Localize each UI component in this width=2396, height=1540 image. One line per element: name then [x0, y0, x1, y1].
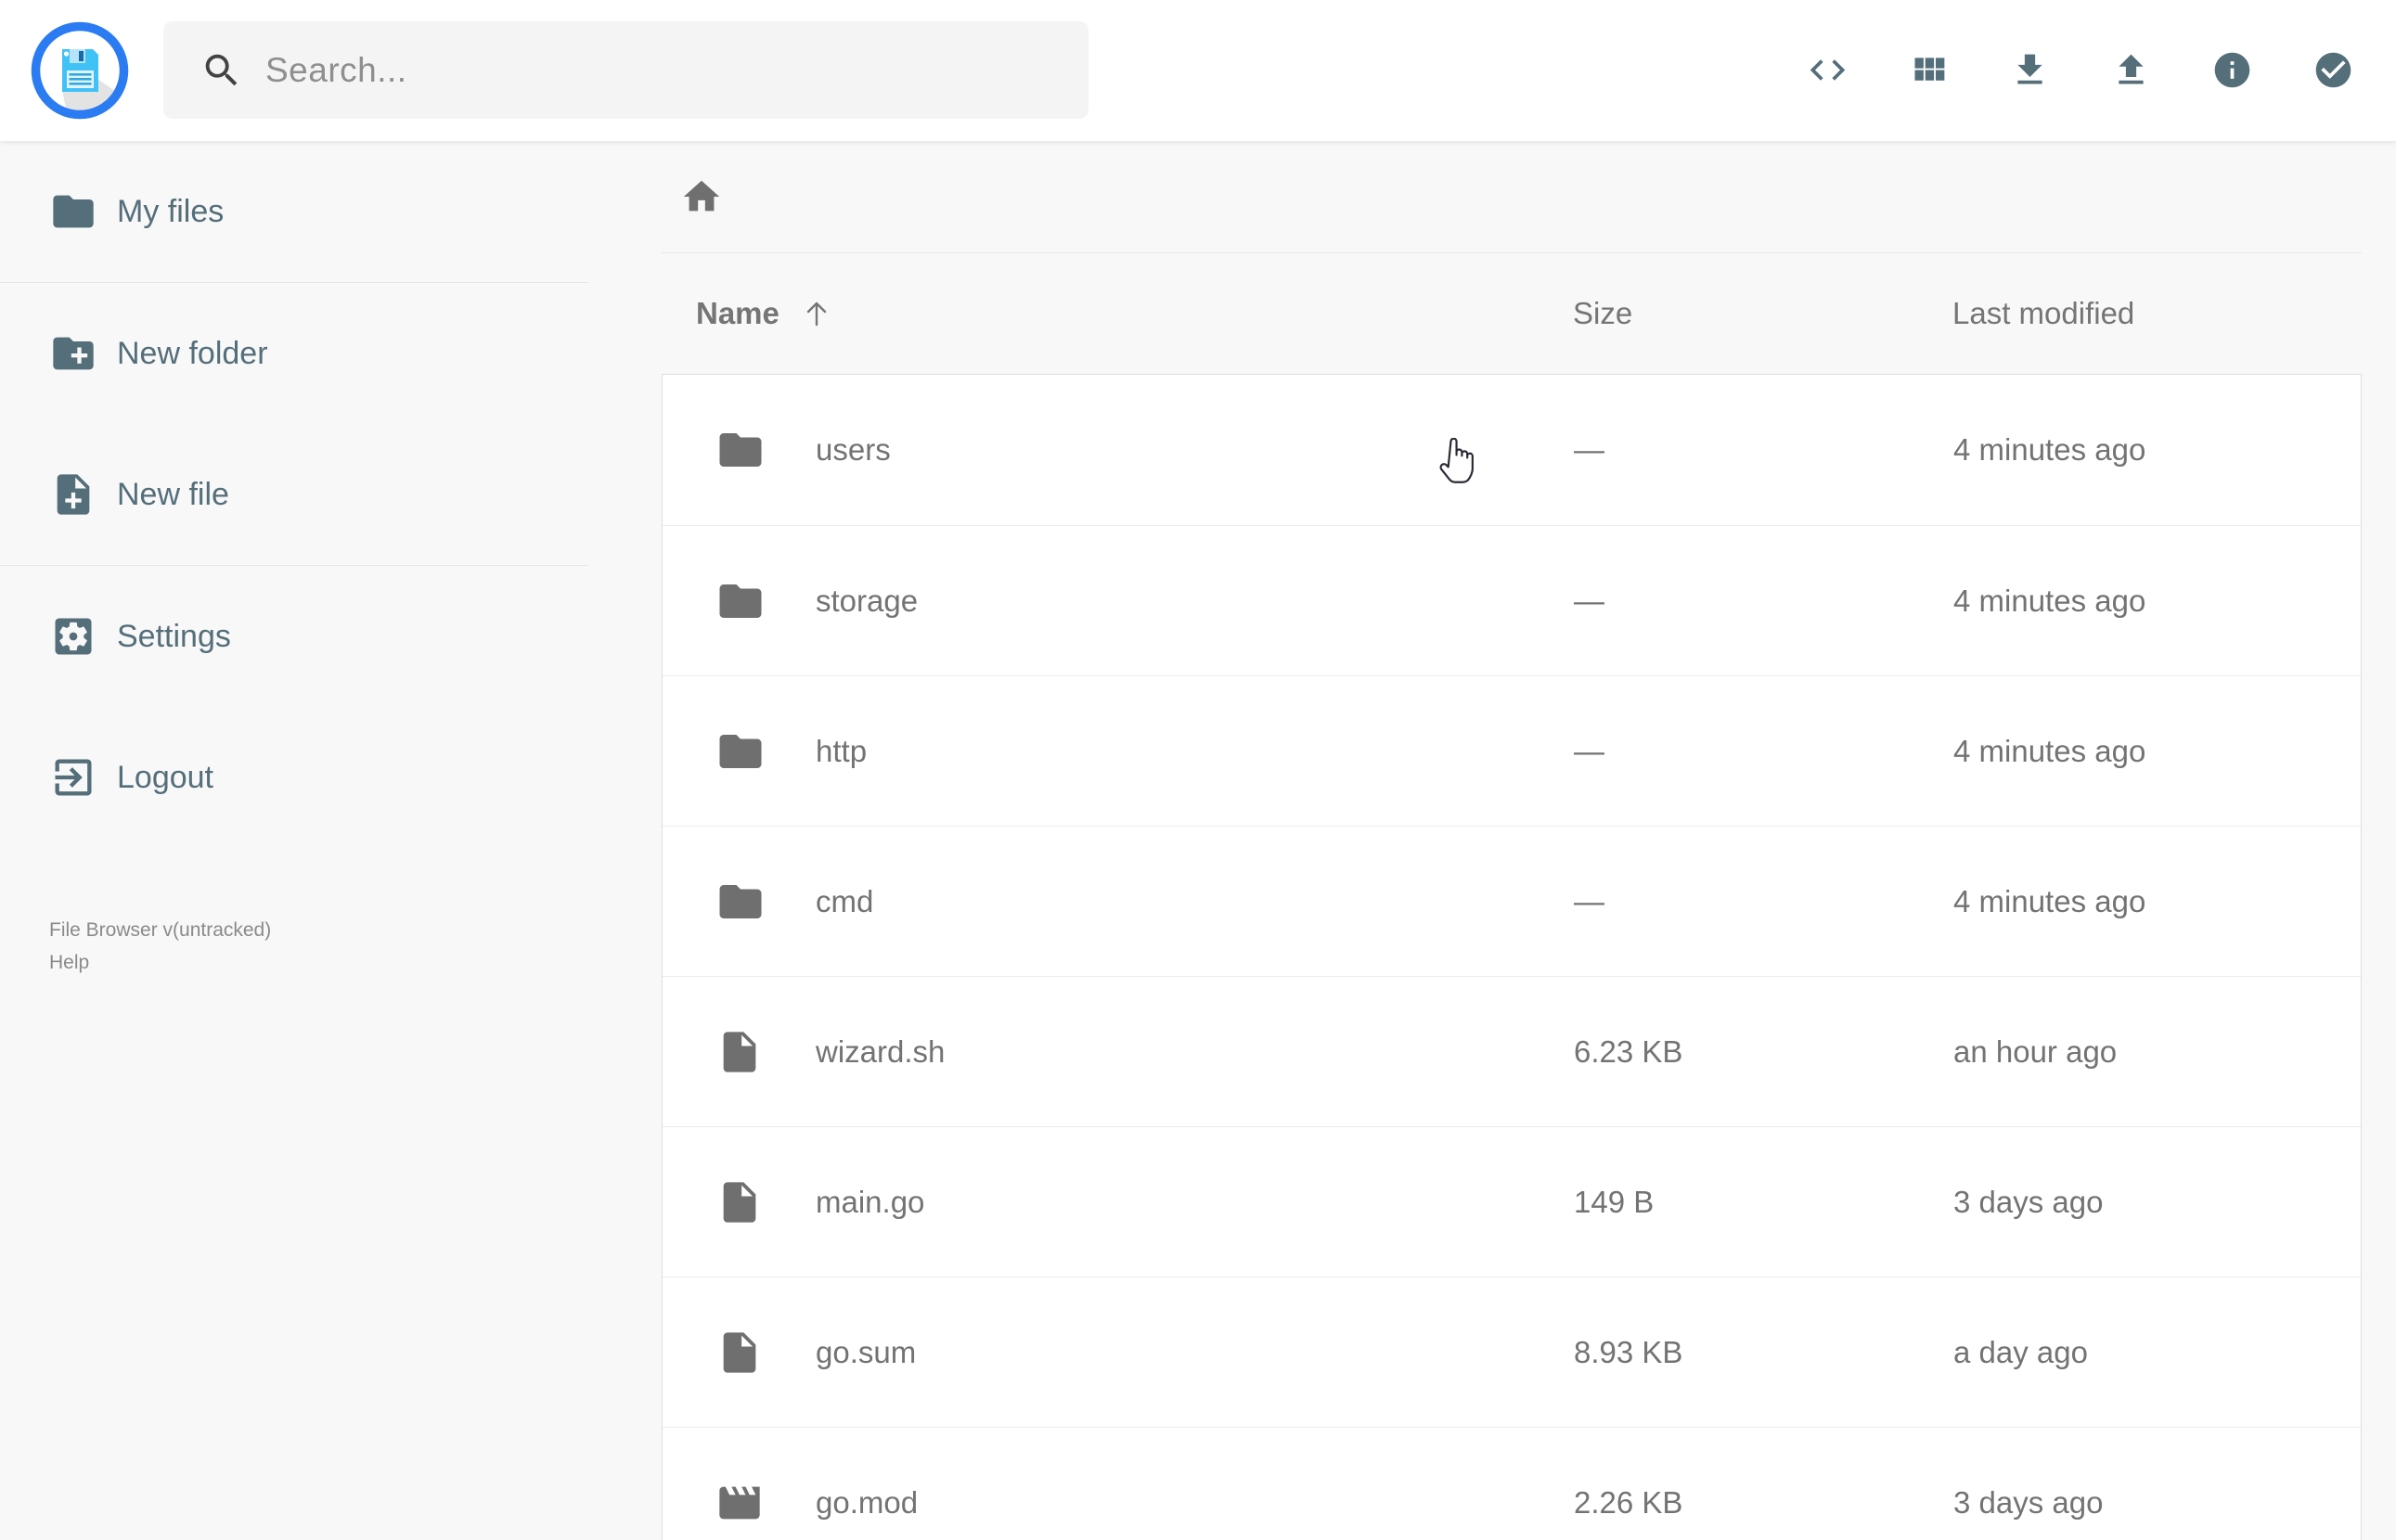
logout-icon — [55, 759, 92, 796]
home-button[interactable] — [674, 169, 729, 225]
sidebar-item-my-files[interactable]: My files — [0, 141, 588, 282]
sidebar-item-label: My files — [117, 193, 225, 229]
file-name: wizard.sh — [816, 1033, 946, 1069]
file-modified: a day ago — [1953, 1334, 2088, 1369]
file-modified: 3 days ago — [1953, 1184, 2104, 1219]
sidebar-item-new-file[interactable]: New file — [0, 424, 588, 565]
version-text: File Browser v(untracked) — [49, 919, 272, 941]
sidebar: My files New folder New file Settings Lo… — [0, 141, 588, 1540]
file-size: 6.23 KB — [1574, 1033, 1683, 1069]
file-modified: 3 days ago — [1953, 1484, 2104, 1520]
file-row[interactable]: go.sum 8.93 KB a day ago — [663, 1277, 2361, 1427]
column-header-modified[interactable]: Last modified — [1952, 296, 2362, 331]
listing-header: Name Size Last modified — [662, 253, 2362, 374]
file-listing: Name Size Last modified users — 4 minute… — [588, 141, 2396, 1540]
file-row[interactable]: storage — 4 minutes ago — [663, 525, 2361, 675]
file-size: — — [1574, 733, 1604, 768]
file-icon — [715, 1328, 816, 1377]
sidebar-item-label: New file — [117, 476, 229, 512]
file-modified: 4 minutes ago — [1953, 432, 2146, 467]
file-row[interactable]: main.go 149 B 3 days ago — [663, 1126, 2361, 1277]
search-icon — [205, 54, 238, 85]
select-multiple-button[interactable] — [2303, 40, 2363, 99]
folder-icon — [715, 425, 816, 475]
folder-icon — [715, 576, 816, 626]
file-size: 2.26 KB — [1574, 1484, 1683, 1520]
file-name: go.sum — [816, 1334, 917, 1369]
file-size: — — [1574, 432, 1604, 467]
sidebar-item-logout[interactable]: Logout — [0, 707, 588, 848]
upload-icon — [2118, 54, 2144, 83]
info-button[interactable] — [2202, 40, 2261, 99]
file-modified: 4 minutes ago — [1953, 583, 2146, 618]
file-row[interactable]: cmd — 4 minutes ago — [663, 826, 2361, 976]
grid-view-button[interactable] — [1899, 40, 1958, 99]
upload-button[interactable] — [2101, 40, 2160, 99]
search-input[interactable]: Search... — [163, 21, 1089, 119]
movie-icon — [715, 1479, 816, 1527]
topbar: Search... — [0, 0, 2396, 141]
file-size: — — [1574, 583, 1604, 618]
file-row[interactable]: users — 4 minutes ago — [663, 375, 2361, 525]
file-name: users — [816, 432, 891, 467]
file-row[interactable]: http — 4 minutes ago — [663, 675, 2361, 826]
code-view-button[interactable] — [1797, 40, 1857, 99]
folder-icon — [53, 195, 94, 228]
column-header-size[interactable]: Size — [1573, 296, 1952, 331]
file-row[interactable]: go.mod 2.26 KB 3 days ago — [663, 1427, 2361, 1540]
file-name: go.mod — [816, 1484, 919, 1520]
sidebar-item-label: New folder — [117, 335, 268, 371]
home-icon — [683, 180, 720, 212]
app-logo[interactable] — [31, 21, 129, 120]
file-name: http — [816, 733, 868, 768]
download-icon — [2016, 54, 2042, 83]
file-name: cmd — [816, 883, 874, 918]
topbar-actions — [1797, 39, 2363, 100]
column-header-name[interactable]: Name — [696, 296, 1573, 331]
file-size: 149 B — [1574, 1184, 1655, 1219]
download-button[interactable] — [2000, 40, 2059, 99]
file-modified: 4 minutes ago — [1953, 733, 2146, 768]
file-name: storage — [816, 583, 919, 618]
grid-view-icon — [1914, 57, 1944, 81]
sidebar-item-settings[interactable]: Settings — [0, 566, 588, 707]
file-modified: 4 minutes ago — [1953, 883, 2146, 918]
file-row[interactable]: wizard.sh 6.23 KB an hour ago — [663, 976, 2361, 1126]
folder-icon — [715, 877, 816, 927]
floppy-disk-icon — [62, 49, 98, 92]
select-multiple-icon — [2315, 52, 2351, 87]
file-size: 8.93 KB — [1574, 1334, 1683, 1369]
code-icon — [1810, 58, 1845, 81]
help-link[interactable]: Help — [49, 946, 89, 979]
search-placeholder: Search... — [265, 50, 407, 89]
sidebar-item-label: Settings — [117, 618, 231, 654]
new-file-icon — [57, 474, 90, 515]
settings-icon — [55, 618, 92, 655]
file-list-card: users — 4 minutes ago storage — 4 minute… — [662, 374, 2362, 1540]
folder-icon — [715, 726, 816, 776]
file-name: main.go — [816, 1184, 925, 1219]
arrow-up-icon — [806, 302, 827, 327]
sidebar-item-label: Logout — [117, 759, 213, 795]
file-icon — [715, 1028, 816, 1076]
file-size: — — [1574, 883, 1604, 918]
breadcrumb — [662, 141, 2362, 253]
info-icon — [2214, 52, 2249, 87]
file-modified: an hour ago — [1953, 1033, 2118, 1069]
sidebar-footer: File Browser v(untracked) Help — [49, 914, 271, 979]
new-folder-icon — [53, 337, 94, 370]
sidebar-item-new-folder[interactable]: New folder — [0, 283, 588, 424]
file-icon — [715, 1178, 816, 1226]
